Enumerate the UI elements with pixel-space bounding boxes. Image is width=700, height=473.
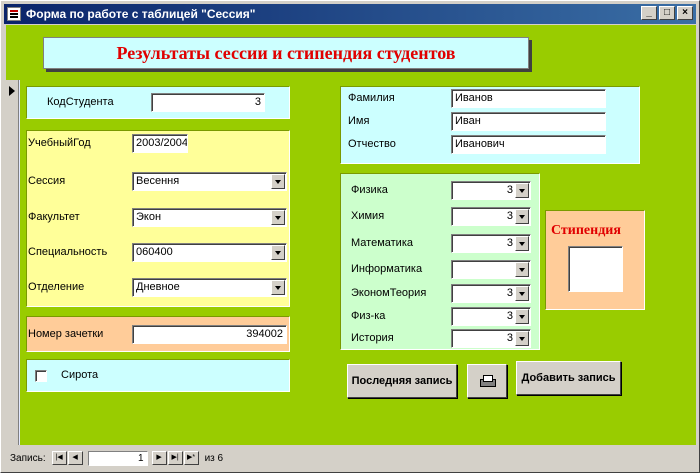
middle-name-label: Отчество (348, 138, 396, 150)
form-detail: КодСтудента 3 УчебныйГод 2003/2004 Сесси… (20, 80, 696, 445)
grade-label: ЭкономТеория (351, 287, 427, 299)
close-button[interactable]: × (677, 6, 693, 20)
grade-label: История (351, 332, 394, 344)
printer-icon (479, 374, 496, 388)
form-icon (7, 7, 21, 21)
chevron-down-icon[interactable] (515, 309, 529, 324)
next-record-icon: ▶ (156, 454, 162, 461)
current-record-field[interactable]: 1 (87, 450, 148, 466)
grade-value: 3 (506, 310, 513, 322)
specialty-label: Специальность (28, 246, 108, 258)
first-name-field[interactable]: Иван (451, 112, 606, 131)
chevron-down-icon[interactable] (271, 210, 285, 225)
student-id-label: КодСтудента (47, 96, 114, 108)
add-record-button[interactable]: Добавить запись (516, 361, 621, 395)
next-record-button[interactable]: ▶ (151, 451, 167, 465)
grade-value: 3 (506, 184, 513, 196)
session-label: Сессия (28, 175, 66, 187)
chevron-down-icon[interactable] (515, 286, 529, 301)
prev-record-button[interactable]: ◀ (67, 451, 83, 465)
chevron-down-icon[interactable] (271, 174, 285, 189)
department-value: Дневное (136, 281, 180, 293)
last-name-label: Фамилия (348, 92, 395, 104)
record-book-label: Номер зачетки (28, 328, 104, 340)
grade-combo[interactable]: 3 (451, 329, 531, 348)
faculty-label: Факультет (28, 211, 80, 223)
grade-label: Математика (351, 237, 413, 249)
department-label: Отделение (28, 281, 85, 293)
scholarship-label: Стипендия (551, 223, 621, 238)
session-info-panel: УчебныйГод 2003/2004 Сессия Весення Факу… (26, 130, 290, 307)
new-record-button[interactable]: ▶* (183, 451, 199, 465)
orphan-checkbox[interactable] (35, 370, 47, 382)
name-panel: Фамилия Иванов Имя Иван Отчество Иванови… (340, 86, 640, 164)
record-book-panel: Номер зачетки 394002 (26, 316, 290, 352)
new-record-icon: ▶* (187, 454, 196, 461)
orphan-label: Сирота (61, 369, 99, 381)
scholarship-field[interactable] (568, 246, 623, 292)
grade-combo[interactable]: 3 (451, 284, 531, 303)
title-bar[interactable]: Форма по работе с таблицей "Сессия" _ □ … (4, 4, 696, 24)
current-record-arrow-icon (9, 86, 15, 96)
minimize-button[interactable]: _ (641, 6, 657, 20)
chevron-down-icon[interactable] (515, 209, 529, 224)
grade-combo[interactable] (451, 260, 531, 279)
record-navigator: Запись: |◀ ◀ 1 ▶ ▶| ▶* из 6 (6, 446, 696, 470)
first-name-label: Имя (348, 115, 370, 127)
last-record-nav-button[interactable]: ▶| (167, 451, 183, 465)
record-count: из 6 (204, 452, 224, 464)
window-controls: _ □ × (639, 6, 693, 20)
session-combo[interactable]: Весення (132, 172, 287, 191)
specialty-combo[interactable]: 060400 (132, 243, 287, 262)
grade-label: Физика (351, 184, 388, 196)
first-record-button[interactable]: |◀ (51, 451, 67, 465)
grade-combo[interactable]: 3 (451, 307, 531, 326)
year-field[interactable]: 2003/2004 (132, 134, 188, 153)
grade-value: 3 (506, 237, 513, 249)
session-value: Весення (136, 175, 180, 187)
student-id-field[interactable]: 3 (151, 93, 265, 112)
record-selector[interactable] (6, 80, 19, 445)
form-area: Результаты сессии и стипендия студентов … (6, 25, 696, 445)
orphan-panel: Сирота (26, 359, 290, 392)
grade-value: 3 (506, 210, 513, 222)
print-button[interactable] (467, 364, 507, 398)
faculty-value: Экон (136, 211, 162, 223)
grade-combo[interactable]: 3 (451, 234, 531, 253)
grade-combo[interactable]: 3 (451, 207, 531, 226)
department-combo[interactable]: Дневное (132, 278, 287, 297)
grade-value: 3 (506, 332, 513, 344)
student-id-panel: КодСтудента 3 (26, 86, 290, 119)
first-record-icon: |◀ (55, 454, 63, 461)
chevron-down-icon[interactable] (515, 331, 529, 346)
grade-value: 3 (506, 287, 513, 299)
window-title: Форма по работе с таблицей "Сессия" (26, 7, 256, 21)
specialty-value: 060400 (136, 246, 173, 258)
middle-name-field[interactable]: Иванович (451, 135, 606, 154)
navigator-label: Запись: (10, 452, 46, 464)
chevron-down-icon[interactable] (515, 183, 529, 198)
prev-record-icon: ◀ (72, 454, 78, 461)
maximize-button[interactable]: □ (659, 6, 675, 20)
form-title: Результаты сессии и стипендия студентов (43, 37, 529, 69)
last-record-icon: ▶| (171, 454, 179, 461)
chevron-down-icon[interactable] (515, 262, 529, 277)
chevron-down-icon[interactable] (515, 236, 529, 251)
last-record-button[interactable]: Последняя запись (347, 364, 457, 398)
grades-panel: Физика 3 Химия 3 Математика 3 Информатик… (340, 173, 540, 350)
record-book-field[interactable]: 394002 (132, 325, 287, 344)
app-window: Форма по работе с таблицей "Сессия" _ □ … (0, 0, 700, 473)
faculty-combo[interactable]: Экон (132, 208, 287, 227)
year-label: УчебныйГод (28, 137, 91, 149)
chevron-down-icon[interactable] (271, 245, 285, 260)
form-header: Результаты сессии и стипендия студентов (6, 25, 696, 80)
grade-label: Физ-ка (351, 310, 386, 322)
grade-combo[interactable]: 3 (451, 181, 531, 200)
grade-label: Химия (351, 210, 385, 222)
grade-label: Информатика (351, 263, 423, 275)
last-name-field[interactable]: Иванов (451, 89, 606, 108)
scholarship-panel: Стипендия (545, 210, 645, 310)
chevron-down-icon[interactable] (271, 280, 285, 295)
